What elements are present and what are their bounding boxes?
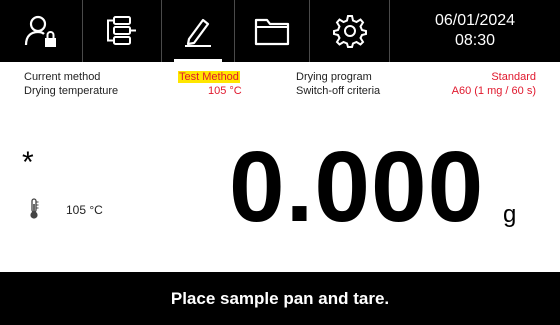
drying-program-label: Drying program — [296, 71, 372, 83]
current-method-value: Test Method — [178, 70, 240, 84]
gear-icon — [332, 15, 367, 48]
user-login-button[interactable] — [0, 0, 83, 62]
status-message: Place sample pan and tare. — [170, 289, 390, 308]
switch-off-criteria-label: Switch-off criteria — [296, 85, 381, 97]
weight-readout: 0.000 — [229, 131, 485, 243]
time-text: 08:30 — [454, 32, 496, 49]
method-info-panel: Current method Drying temperature Test M… — [0, 70, 560, 102]
edit-button[interactable] — [162, 0, 235, 62]
current-method-value-text: Test Method — [178, 71, 240, 83]
settings-button[interactable] — [310, 0, 390, 62]
user-lock-icon — [24, 15, 56, 47]
drying-program-value: Standard — [491, 71, 536, 83]
drying-temperature-label: Drying temperature — [24, 85, 119, 97]
folder-button[interactable] — [235, 0, 310, 62]
weight-unit: g — [503, 201, 517, 228]
thermometer-icon — [28, 198, 40, 225]
method-list-icon — [107, 16, 136, 45]
stability-indicator: * — [22, 146, 34, 179]
drying-temperature-value: 105 °C — [208, 85, 242, 97]
top-toolbar: 06/01/2024 08:30 — [0, 0, 560, 62]
methods-button[interactable] — [83, 0, 162, 62]
current-method-label: Current method — [24, 71, 101, 83]
date-time-display: 06/01/2024 08:30 — [390, 0, 560, 62]
current-temperature: 105 °C — [66, 203, 103, 217]
pencil-edit-icon — [185, 18, 211, 47]
switch-off-criteria-value: A60 (1 mg / 60 s) — [451, 85, 536, 97]
status-bar: Place sample pan and tare. — [0, 272, 560, 325]
folder-icon — [254, 18, 290, 46]
date-text: 06/01/2024 — [434, 12, 516, 29]
